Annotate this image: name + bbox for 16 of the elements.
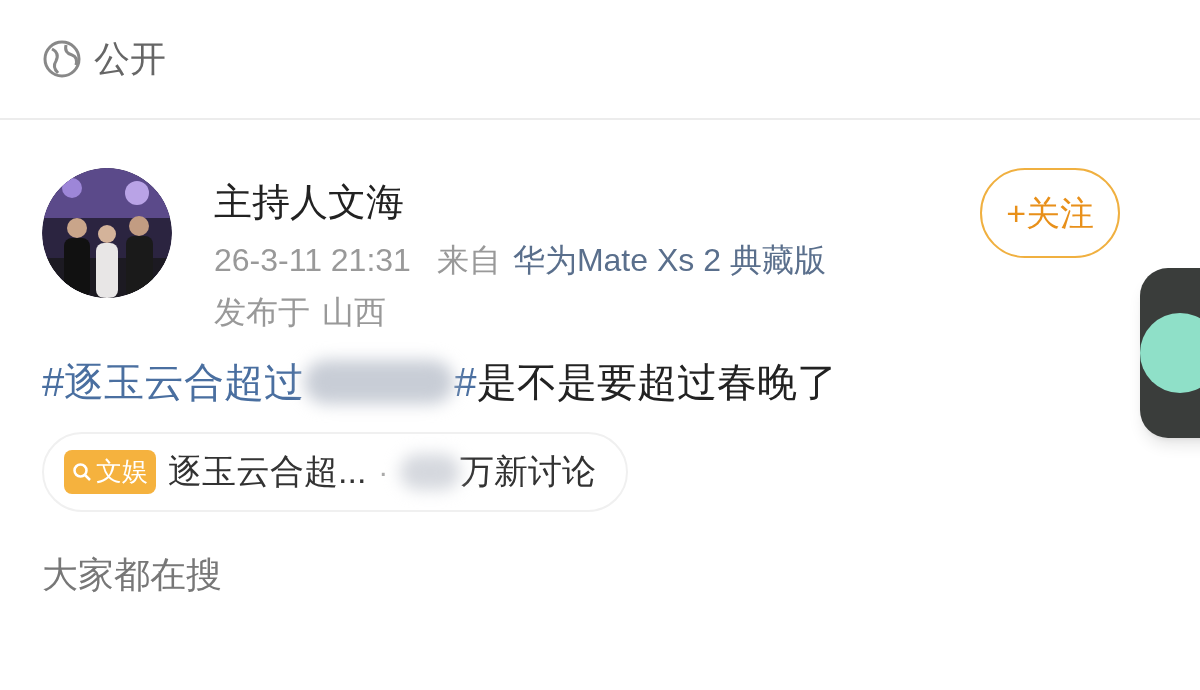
redaction-blur [400,453,461,490]
search-icon [72,461,92,482]
visibility-label[interactable]: 公开 [94,32,166,86]
location-label: 发布于 [214,295,310,328]
separator-dot: · [378,454,389,491]
globe-icon [42,39,82,79]
topic-card[interactable]: 文娱 逐玉云合超... · 万新讨论 [42,431,629,512]
section-title: 大家都在搜 [42,553,222,595]
author-name[interactable]: 主持人文海 [214,180,939,226]
discussion-count: 万新讨论 [460,451,597,493]
topic-title: 逐玉云合超... [168,451,367,493]
device-name[interactable]: 华为Mate Xs 2 典藏版 [512,243,826,276]
post-time: 26-3-11 21:31 [214,243,411,276]
category-label: 文娱 [96,455,148,489]
source-label: 来自 [436,243,501,276]
location: 山西 [322,295,386,328]
